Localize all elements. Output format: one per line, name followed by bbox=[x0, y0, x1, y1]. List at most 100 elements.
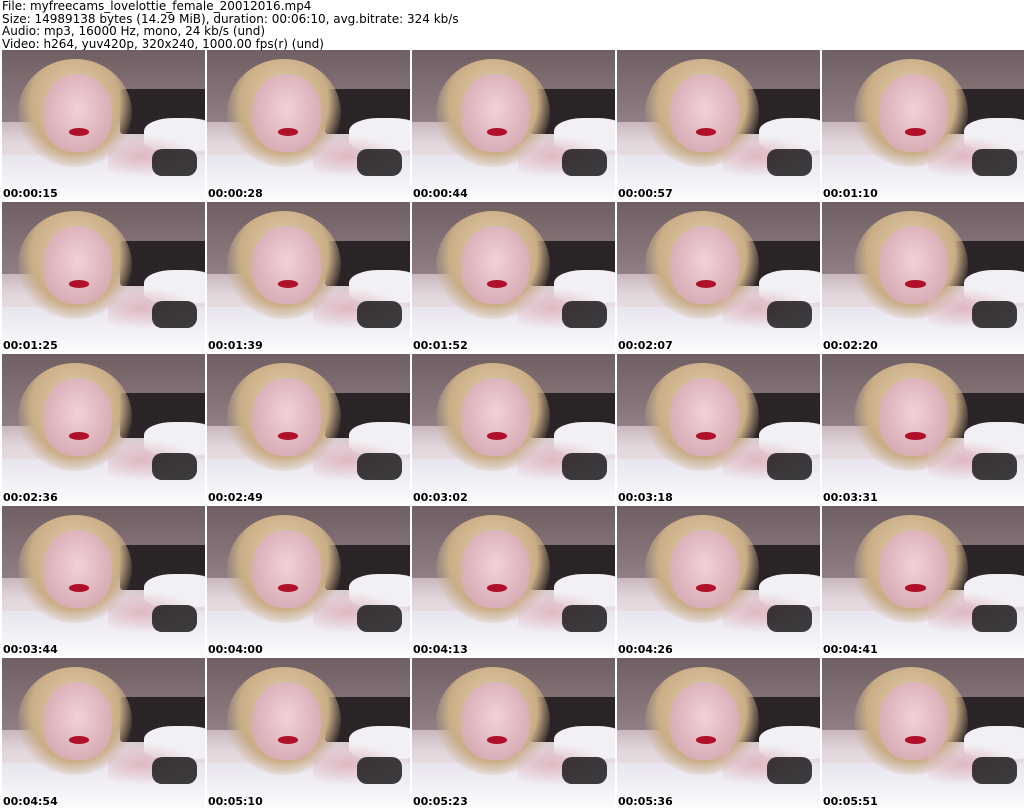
clothing bbox=[152, 301, 197, 328]
frame-timestamp: 00:03:02 bbox=[413, 491, 468, 504]
clothing bbox=[152, 605, 197, 632]
frame-timestamp: 00:04:26 bbox=[618, 643, 673, 656]
video-frame-thumbnail: 00:03:44 bbox=[2, 506, 205, 656]
frame-timestamp: 00:01:52 bbox=[413, 339, 468, 352]
thumbnail-grid: 00:00:15 00:00:28 00:00:44 00:00:57 00:01:10… bbox=[0, 50, 1024, 810]
clothing bbox=[562, 757, 607, 784]
clothing bbox=[767, 605, 812, 632]
clothing bbox=[767, 149, 812, 176]
clothing bbox=[562, 605, 607, 632]
frame-timestamp: 00:04:54 bbox=[3, 795, 58, 808]
person-lips bbox=[696, 128, 717, 136]
clothing bbox=[357, 605, 402, 632]
person-lips bbox=[487, 432, 508, 440]
person-lips bbox=[487, 584, 508, 592]
clothing bbox=[767, 453, 812, 480]
clothing bbox=[972, 301, 1017, 328]
video-frame-thumbnail: 00:03:02 bbox=[412, 354, 615, 504]
video-frame-thumbnail: 00:00:44 bbox=[412, 50, 615, 200]
person-lips bbox=[278, 584, 299, 592]
clothing bbox=[972, 605, 1017, 632]
video-frame-thumbnail: 00:04:26 bbox=[617, 506, 820, 656]
frame-timestamp: 00:02:20 bbox=[823, 339, 878, 352]
clothing bbox=[357, 301, 402, 328]
frame-timestamp: 00:05:36 bbox=[618, 795, 673, 808]
frame-timestamp: 00:04:13 bbox=[413, 643, 468, 656]
video-frame-thumbnail: 00:03:31 bbox=[822, 354, 1024, 504]
person-face bbox=[251, 226, 321, 304]
person-face bbox=[42, 226, 112, 304]
video-frame-thumbnail: 00:00:28 bbox=[207, 50, 410, 200]
frame-timestamp: 00:01:10 bbox=[823, 187, 878, 200]
frame-timestamp: 00:05:23 bbox=[413, 795, 468, 808]
video-frame-thumbnail: 00:05:36 bbox=[617, 658, 820, 808]
frame-timestamp: 00:02:36 bbox=[3, 491, 58, 504]
video-frame-thumbnail: 00:05:23 bbox=[412, 658, 615, 808]
video-frame-thumbnail: 00:04:00 bbox=[207, 506, 410, 656]
clothing bbox=[972, 453, 1017, 480]
file-name-line: File: myfreecams_lovelottie_female_20012… bbox=[2, 0, 312, 13]
video-frame-thumbnail: 00:02:36 bbox=[2, 354, 205, 504]
video-frame-thumbnail: 00:02:49 bbox=[207, 354, 410, 504]
video-frame-thumbnail: 00:05:10 bbox=[207, 658, 410, 808]
person-lips bbox=[278, 128, 299, 136]
clothing bbox=[357, 757, 402, 784]
clothing bbox=[562, 301, 607, 328]
clothing bbox=[562, 453, 607, 480]
video-info-line: Video: h264, yuv420p, 320x240, 1000.00 f… bbox=[2, 36, 324, 51]
person-lips bbox=[68, 584, 90, 592]
frame-timestamp: 00:01:25 bbox=[3, 339, 58, 352]
person-lips bbox=[905, 432, 926, 440]
frame-timestamp: 00:00:57 bbox=[618, 187, 673, 200]
person-lips bbox=[487, 280, 508, 288]
video-frame-thumbnail: 00:00:57 bbox=[617, 50, 820, 200]
frame-timestamp: 00:05:51 bbox=[823, 795, 878, 808]
clothing bbox=[152, 149, 197, 176]
frame-timestamp: 00:00:15 bbox=[3, 187, 58, 200]
frame-timestamp: 00:03:44 bbox=[3, 643, 58, 656]
frame-timestamp: 00:02:07 bbox=[618, 339, 673, 352]
person-face bbox=[42, 74, 112, 152]
clothing bbox=[357, 453, 402, 480]
video-frame-thumbnail: 00:01:10 bbox=[822, 50, 1024, 200]
person-lips bbox=[68, 432, 90, 440]
person-lips bbox=[696, 736, 717, 744]
frame-timestamp: 00:05:10 bbox=[208, 795, 263, 808]
person-lips bbox=[278, 280, 299, 288]
audio-info-line: Audio: mp3, 16000 Hz, mono, 24 kb/s (und… bbox=[2, 24, 266, 38]
frame-timestamp: 00:03:31 bbox=[823, 491, 878, 504]
video-frame-thumbnail: 00:01:52 bbox=[412, 202, 615, 352]
person-face bbox=[42, 530, 112, 608]
frame-timestamp: 00:04:41 bbox=[823, 643, 878, 656]
person-lips bbox=[278, 432, 299, 440]
clothing bbox=[357, 149, 402, 176]
person-lips bbox=[68, 280, 90, 288]
file-info-header: File: myfreecams_lovelottie_female_20012… bbox=[2, 0, 1022, 50]
person-lips bbox=[68, 736, 90, 744]
video-frame-thumbnail: 00:01:25 bbox=[2, 202, 205, 352]
person-lips bbox=[487, 128, 508, 136]
person-face bbox=[42, 682, 112, 760]
video-frame-thumbnail: 00:04:13 bbox=[412, 506, 615, 656]
frame-timestamp: 00:00:28 bbox=[208, 187, 263, 200]
clothing bbox=[972, 757, 1017, 784]
person-lips bbox=[905, 280, 926, 288]
person-lips bbox=[905, 128, 926, 136]
person-lips bbox=[696, 280, 717, 288]
clothing bbox=[767, 757, 812, 784]
person-lips bbox=[68, 128, 90, 136]
person-face bbox=[42, 378, 112, 456]
clothing bbox=[767, 301, 812, 328]
video-frame-thumbnail: 00:00:15 bbox=[2, 50, 205, 200]
video-frame-thumbnail: 00:02:07 bbox=[617, 202, 820, 352]
video-frame-thumbnail: 00:02:20 bbox=[822, 202, 1024, 352]
frame-timestamp: 00:00:44 bbox=[413, 187, 468, 200]
video-frame-thumbnail: 00:03:18 bbox=[617, 354, 820, 504]
person-lips bbox=[278, 736, 299, 744]
clothing bbox=[562, 149, 607, 176]
person-lips bbox=[696, 432, 717, 440]
video-frame-thumbnail: 00:05:51 bbox=[822, 658, 1024, 808]
person-lips bbox=[905, 584, 926, 592]
video-frame-thumbnail: 00:01:39 bbox=[207, 202, 410, 352]
person-face bbox=[251, 530, 321, 608]
